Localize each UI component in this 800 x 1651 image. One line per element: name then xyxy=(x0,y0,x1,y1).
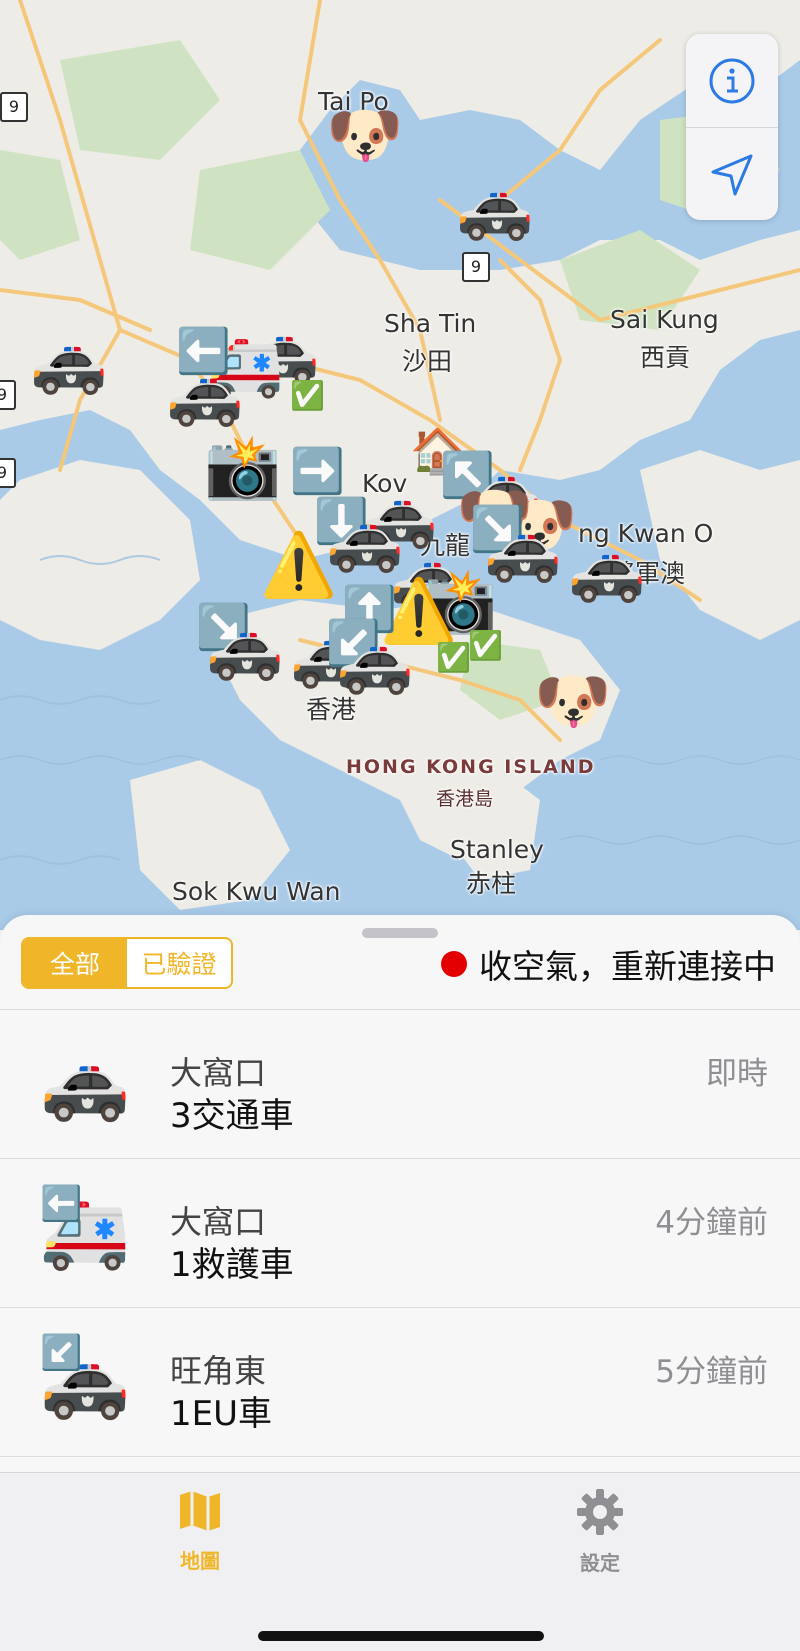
police-car-marker[interactable]: 🚓 xyxy=(166,362,243,424)
status-dot-icon xyxy=(441,951,467,977)
check-badge: ✅ xyxy=(290,379,325,412)
location-arrow-icon xyxy=(711,154,753,195)
arrow-down-left-icon: ↙️ xyxy=(40,1333,83,1373)
map-label-sha-tin: Sha Tin xyxy=(384,309,477,338)
warning-marker[interactable]: ⚠️ xyxy=(260,534,337,596)
map-label-sha-tin-zh: 沙田 xyxy=(402,347,453,376)
police-car-marker[interactable]: 🚓 xyxy=(568,538,645,600)
map-label-sai-kung-zh: 西貢 xyxy=(640,343,691,372)
map-label-sai-kung: Sai Kung xyxy=(610,305,719,334)
map-icon xyxy=(180,1491,220,1531)
list-item-title: 3交通車 xyxy=(170,1096,294,1136)
incident-list: 🚓 大窩口 3交通車 即時 🚑 ⬅️ 大窩口 1救護車 4分鐘前 🚓 ↙️ 旺角… xyxy=(0,1009,800,1457)
list-item-time: 5分鐘前 xyxy=(655,1354,768,1390)
list-item-title: 1EU車 xyxy=(170,1394,272,1434)
check-badge: ✅ xyxy=(468,629,503,662)
police-car-marker[interactable]: 🚓 xyxy=(30,330,107,392)
filter-segmented-control: 全部 已驗證 xyxy=(21,937,233,989)
tab-settings[interactable]: 設定 xyxy=(530,1487,670,1576)
list-item-time: 即時 xyxy=(706,1056,768,1092)
map-label-stanley: Stanley xyxy=(450,835,544,864)
arrow-right-badge: ➡️ xyxy=(290,446,345,497)
list-item-time: 4分鐘前 xyxy=(655,1205,768,1241)
sheet-grabber[interactable] xyxy=(362,928,438,938)
map-label-hk-island: HONG KONG ISLAND xyxy=(346,756,596,778)
map-label-sok-kwu-wan: Sok Kwu Wan xyxy=(172,877,341,906)
ambulance-icon: 🚑 ⬅️ xyxy=(40,1184,130,1273)
dog-marker[interactable]: 🐶 xyxy=(534,670,611,732)
segment-verified[interactable]: 已驗證 xyxy=(127,939,231,987)
police-car-marker[interactable]: 🚓 xyxy=(206,616,283,678)
tab-bar: 地圖 設定 xyxy=(0,1472,800,1651)
police-car-icon: 🚓 xyxy=(40,1040,130,1124)
route-shield: 9 xyxy=(0,458,16,488)
tab-map-label: 地圖 xyxy=(180,1549,220,1573)
route-shield: 9 xyxy=(0,380,16,410)
segment-all[interactable]: 全部 xyxy=(23,939,127,987)
list-item[interactable]: 🚓 ↙️ 旺角東 1EU車 5分鐘前 xyxy=(0,1308,800,1457)
check-badge: ✅ xyxy=(436,641,471,674)
map-label-hong-kong-zh: 香港 xyxy=(306,695,357,724)
route-shield: 9 xyxy=(0,92,28,122)
dog-marker[interactable]: 🐶 xyxy=(326,104,403,166)
home-indicator xyxy=(258,1631,544,1641)
camera-marker[interactable]: 📸 xyxy=(204,436,281,498)
list-item-title: 1救護車 xyxy=(170,1245,294,1285)
info-icon xyxy=(709,58,755,103)
gear-icon xyxy=(577,1489,623,1535)
info-button[interactable] xyxy=(686,34,778,127)
map-label-stanley-zh: 赤柱 xyxy=(466,869,517,898)
arrow-left-icon: ⬅️ xyxy=(40,1184,83,1224)
map-controls xyxy=(686,34,778,220)
connection-status: 收空氣，重新連接中 xyxy=(441,941,776,987)
map-label-hk-island-zh: 香港島 xyxy=(436,788,494,810)
map-view[interactable]: 9 9 9 9 Tai Po Sha Tin 沙田 Sai Kung 西貢 Ko… xyxy=(0,0,800,930)
route-shield: 9 xyxy=(462,252,490,282)
status-text: 收空氣，重新連接中 xyxy=(479,947,776,986)
tab-map[interactable]: 地圖 xyxy=(130,1487,270,1574)
tab-settings-label: 設定 xyxy=(580,1551,620,1575)
incident-sheet: 全部 已驗證 收空氣，重新連接中 🚓 大窩口 3交通車 即時 🚑 ⬅️ 大窩口 … xyxy=(0,915,800,1475)
list-item[interactable]: 🚓 大窩口 3交通車 即時 xyxy=(0,1010,800,1159)
locate-me-button[interactable] xyxy=(686,127,778,220)
police-car-marker[interactable]: 🚓 xyxy=(456,176,533,238)
police-car-icon: 🚓 ↙️ xyxy=(40,1333,130,1422)
list-item[interactable]: 🚑 ⬅️ 大窩口 1救護車 4分鐘前 xyxy=(0,1159,800,1308)
police-car-marker[interactable]: 🚓 xyxy=(336,630,413,692)
